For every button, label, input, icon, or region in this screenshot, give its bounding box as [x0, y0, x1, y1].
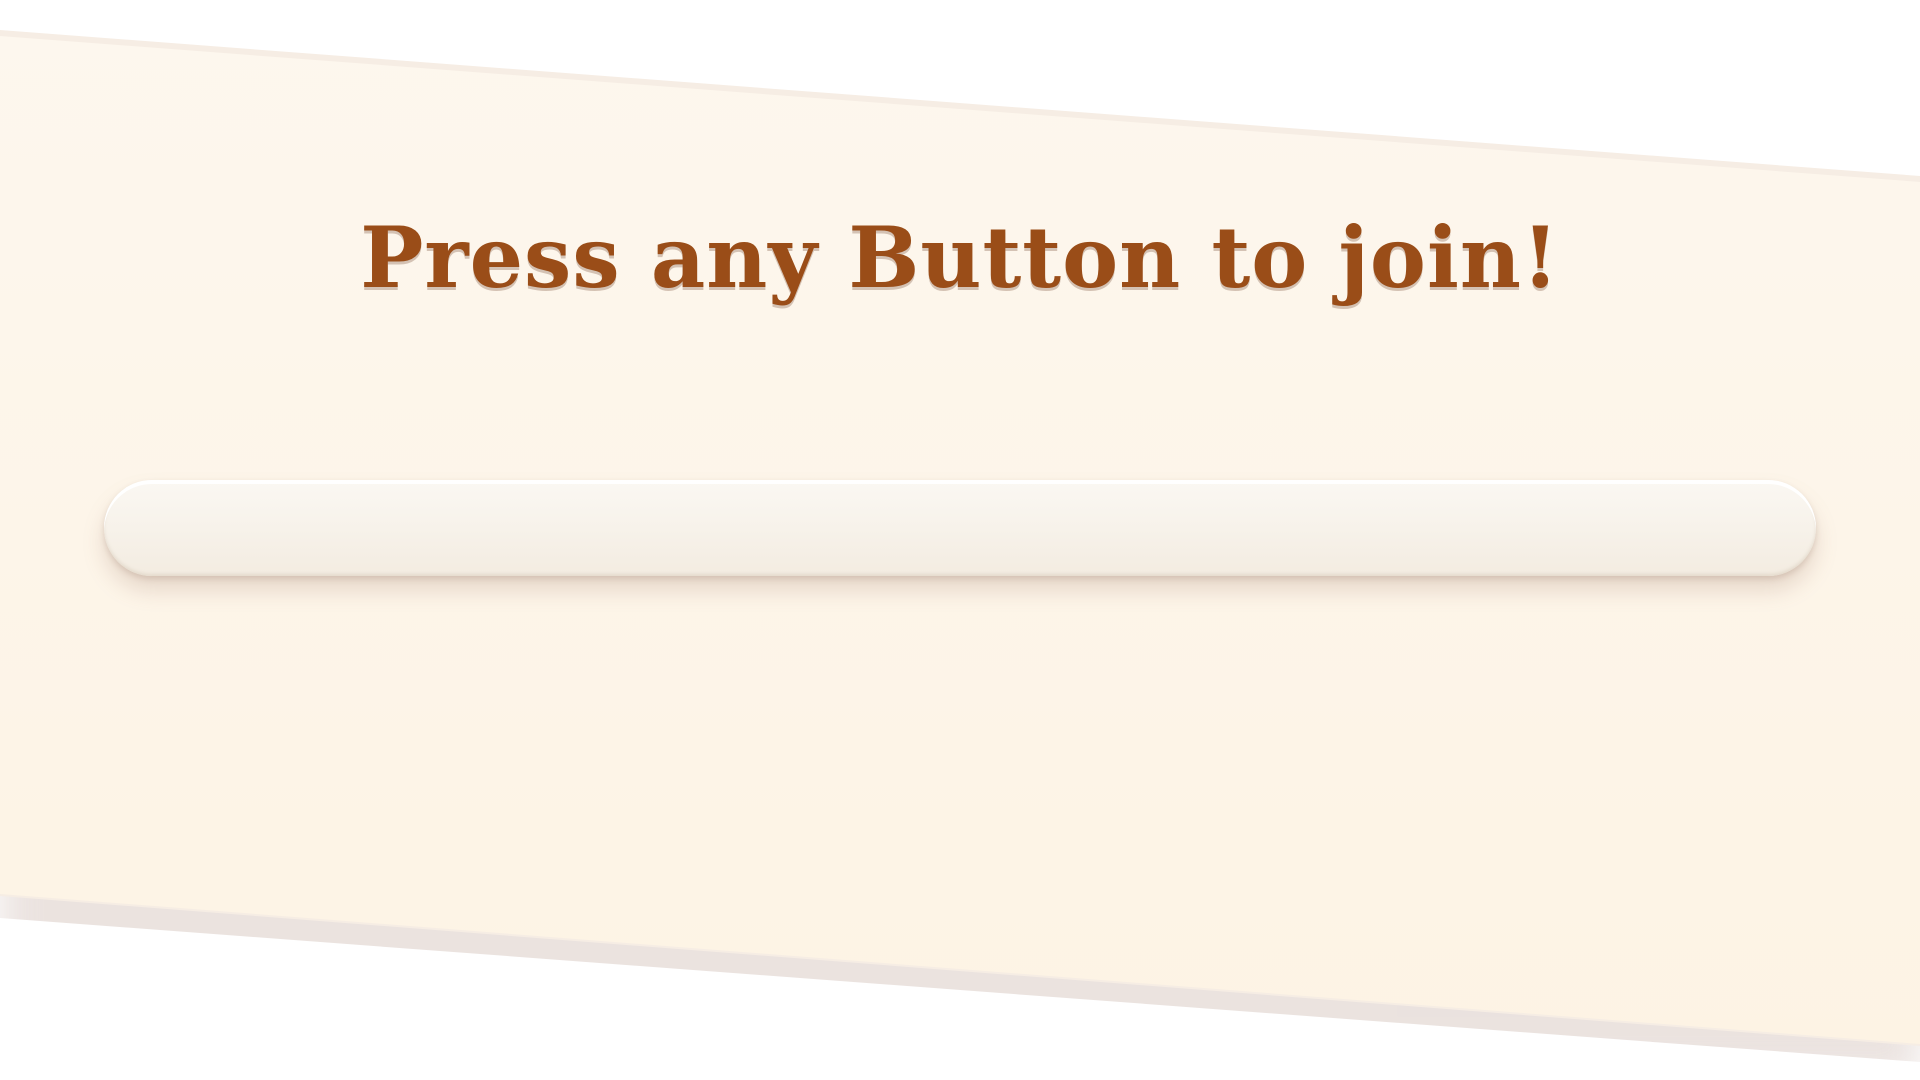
join-screen: Press any Button to join! [0, 0, 1920, 1080]
player-slot-bar [104, 480, 1816, 576]
join-prompt-title: Press any Button to join! [360, 208, 1560, 307]
